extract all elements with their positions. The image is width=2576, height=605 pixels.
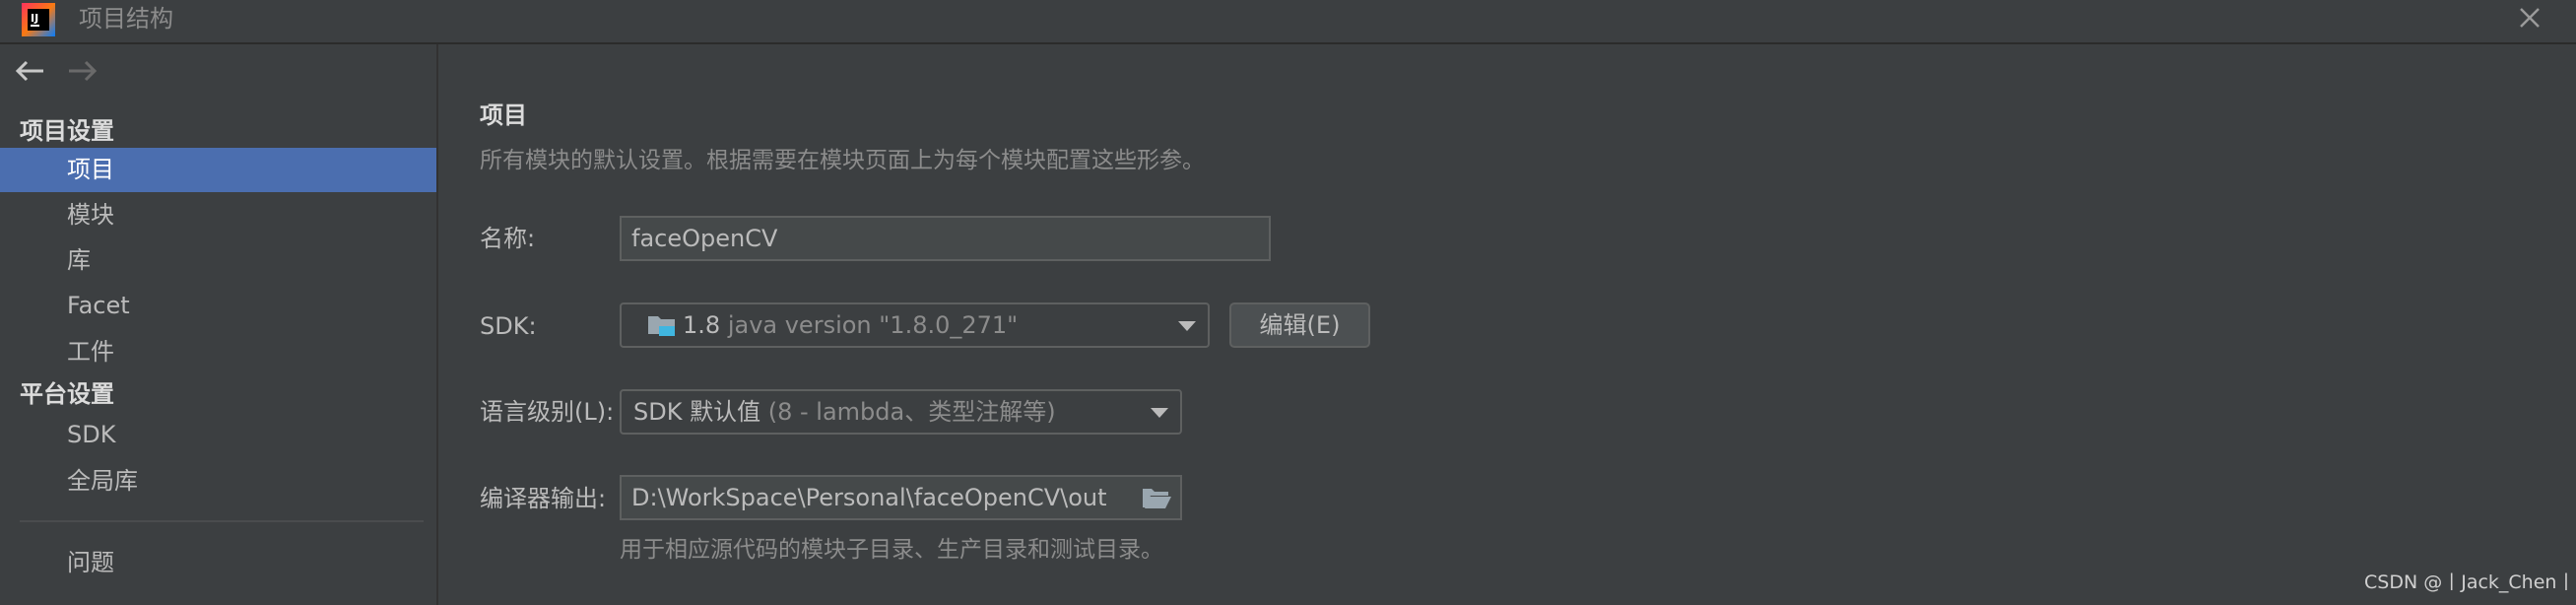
sidebar-item-sdks[interactable]: SDK <box>0 413 436 457</box>
sidebar-item-global-libraries[interactable]: 全局库 <box>0 459 436 504</box>
sdk-select[interactable]: 1.8 java version "1.8.0_271" <box>620 302 1210 348</box>
page-title: 项目 <box>480 101 527 129</box>
sidebar-item-artifacts[interactable]: 工件 <box>0 330 436 374</box>
sidebar-item-project[interactable]: 项目 <box>0 148 436 192</box>
language-level-detail: (8 - lambda、类型注解等) <box>767 398 1056 426</box>
sidebar-item-problems[interactable]: 问题 <box>0 541 436 585</box>
sidebar: 项目设置 项目 模块 库 Facet 工件 平台设置 SDK 全局库 问题 <box>0 44 438 605</box>
window-title: 项目结构 <box>79 5 173 33</box>
project-settings-panel: 项目 所有模块的默认设置。根据需要在模块页面上为每个模块配置这些形参。 名称: … <box>438 44 2576 605</box>
compiler-output-input[interactable]: D:\WorkSpace\Personal\faceOpenCV\out <box>620 475 1182 520</box>
edit-sdk-button[interactable]: 编辑(E) <box>1229 302 1370 348</box>
project-name-input[interactable]: faceOpenCV <box>620 216 1271 261</box>
platform-settings-heading: 平台设置 <box>20 380 114 408</box>
chevron-down-icon <box>1151 408 1168 418</box>
name-label: 名称: <box>480 225 536 252</box>
language-level-label: 语言级别(L): <box>480 398 615 426</box>
chevron-down-icon <box>1178 321 1196 331</box>
language-level-value: SDK 默认值 <box>633 398 761 426</box>
sidebar-item-modules[interactable]: 模块 <box>0 193 436 237</box>
folder-sdk-icon <box>648 316 675 336</box>
sdk-version: 1.8 <box>683 311 721 339</box>
sdk-label: SDK: <box>480 312 537 340</box>
close-icon[interactable] <box>2515 3 2544 33</box>
compiler-output-value: D:\WorkSpace\Personal\faceOpenCV\out <box>631 484 1107 511</box>
arrow-right-icon[interactable] <box>65 58 99 84</box>
page-description: 所有模块的默认设置。根据需要在模块页面上为每个模块配置这些形参。 <box>480 148 1205 173</box>
sidebar-item-facets[interactable]: Facet <box>0 284 436 328</box>
project-settings-heading: 项目设置 <box>20 117 114 145</box>
sdk-detail: java version "1.8.0_271" <box>727 311 1019 339</box>
svg-text:IJ: IJ <box>31 12 38 25</box>
watermark: CSDN @丨Jack_Chen丨 <box>2364 571 2576 593</box>
intellij-idea-icon: IJ <box>22 3 55 36</box>
compiler-output-label: 编译器输出: <box>480 485 607 512</box>
compiler-output-hint: 用于相应源代码的模块子目录、生产目录和测试目录。 <box>620 537 1163 563</box>
sidebar-divider <box>20 520 424 522</box>
arrow-left-icon[interactable] <box>14 58 47 84</box>
title-bar: IJ 项目结构 <box>0 0 2576 44</box>
language-level-select[interactable]: SDK 默认值 (8 - lambda、类型注解等) <box>620 389 1182 435</box>
open-folder-icon[interactable] <box>1141 483 1172 512</box>
sidebar-item-libraries[interactable]: 库 <box>0 238 436 283</box>
